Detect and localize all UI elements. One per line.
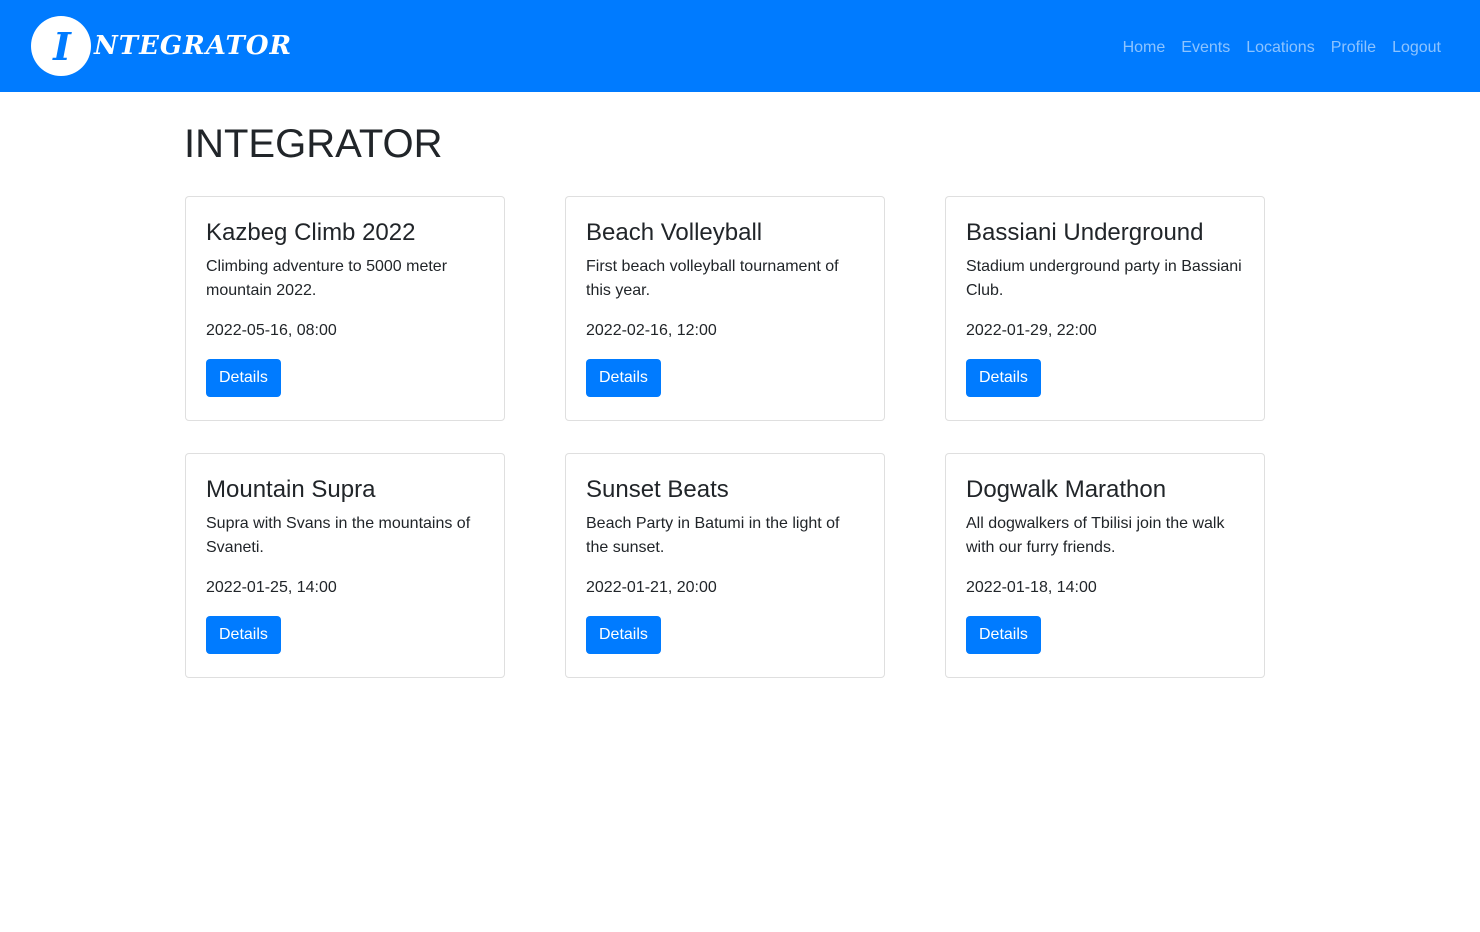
nav-link-home[interactable]: Home: [1115, 36, 1174, 60]
brand-logo[interactable]: I NTEGRATOR: [31, 16, 292, 76]
event-description: Stadium underground party in Bassiani Cl…: [966, 258, 1242, 299]
event-datetime: 2022-05-16, 08:00: [206, 322, 337, 339]
event-card: Dogwalk Marathon All dogwalkers of Tbili…: [945, 453, 1265, 678]
nav-links: Home Events Locations Profile Logout: [1115, 36, 1441, 60]
nav-link-locations[interactable]: Locations: [1238, 36, 1323, 60]
event-title: Dogwalk Marathon: [966, 476, 1167, 503]
event-datetime: 2022-01-29, 22:00: [966, 322, 1097, 339]
event-title: Beach Volleyball: [586, 219, 763, 246]
logo-letter-i-icon: I: [52, 24, 72, 69]
event-datetime: 2022-01-21, 20:00: [586, 579, 717, 596]
event-description: Supra with Svans in the mountains of Sva…: [206, 515, 471, 556]
event-title: Sunset Beats: [586, 476, 729, 503]
event-title: Bassiani Underground: [966, 219, 1204, 246]
logo-initial: I: [52, 24, 72, 69]
details-button[interactable]: Details: [206, 616, 281, 654]
details-button[interactable]: Details: [206, 359, 281, 397]
event-card: Beach Volleyball First beach volleyball …: [565, 196, 885, 421]
details-button[interactable]: Details: [586, 616, 661, 654]
event-card: Sunset Beats Beach Party in Batumi in th…: [565, 453, 885, 678]
top-navbar: I NTEGRATOR Home Events Locations Profil…: [0, 0, 1480, 92]
logo-circle-icon: I: [31, 16, 91, 76]
event-datetime: 2022-01-18, 14:00: [966, 579, 1097, 596]
details-button[interactable]: Details: [586, 359, 661, 397]
event-title: Mountain Supra: [206, 476, 376, 503]
details-button[interactable]: Details: [966, 616, 1041, 654]
event-datetime: 2022-02-16, 12:00: [586, 322, 717, 339]
event-card: Bassiani Underground Stadium underground…: [945, 196, 1265, 421]
event-description: Climbing adventure to 5000 meter mountai…: [206, 258, 448, 299]
event-datetime: 2022-01-25, 14:00: [206, 579, 337, 596]
nav-link-profile[interactable]: Profile: [1323, 36, 1384, 60]
page-title: INTEGRATOR: [184, 122, 443, 166]
event-description: All dogwalkers of Tbilisi join the walk …: [966, 515, 1225, 556]
nav-link-events[interactable]: Events: [1173, 36, 1238, 60]
brand-name: NTEGRATOR: [94, 31, 293, 61]
event-title: Kazbeg Climb 2022: [206, 219, 416, 246]
event-description: Beach Party in Batumi in the light of th…: [586, 515, 840, 556]
details-button[interactable]: Details: [966, 359, 1041, 397]
event-card: Mountain Supra Supra with Svans in the m…: [185, 453, 505, 678]
event-card: Kazbeg Climb 2022 Climbing adventure to …: [185, 196, 505, 421]
nav-link-logout[interactable]: Logout: [1384, 36, 1441, 60]
event-description: First beach volleyball tournament of thi…: [586, 258, 839, 299]
